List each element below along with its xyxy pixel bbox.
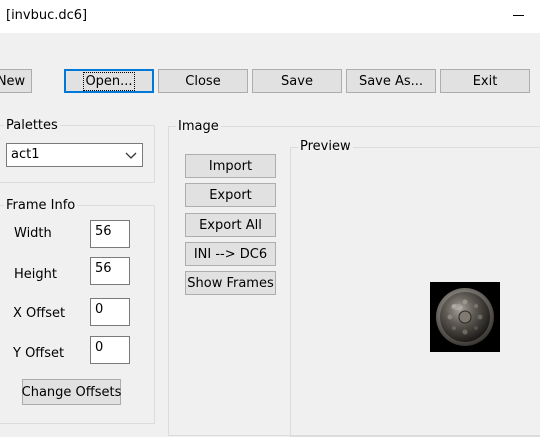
palettes-group-label: Palettes [4,118,60,133]
y-offset-label: Y Offset [13,346,65,361]
exit-button[interactable]: Exit [440,69,530,93]
ini-to-dc6-button-label: INI --> DC6 [193,246,268,262]
minimize-button[interactable] [506,4,530,26]
exit-button-label: Exit [472,73,498,89]
x-offset-label: X Offset [13,306,66,321]
export-all-button-label: Export All [199,217,262,233]
close-button[interactable]: Close [158,69,248,93]
show-frames-button[interactable]: Show Frames [185,271,276,295]
export-button-label: Export [209,187,252,203]
change-offsets-label: Change Offsets [21,384,122,400]
close-button-label: Close [185,73,221,89]
change-offsets-button[interactable]: Change Offsets [22,379,121,405]
export-button[interactable]: Export [185,183,276,207]
image-group-label: Image [176,119,221,134]
export-all-button[interactable]: Export All [185,213,276,237]
import-button[interactable]: Import [185,154,276,178]
x-offset-field[interactable]: 0 [90,298,130,326]
save-button[interactable]: Save [252,69,342,93]
palette-select-value: act1 [11,147,40,162]
ini-to-dc6-button[interactable]: INI --> DC6 [185,242,276,266]
show-frames-button-label: Show Frames [187,275,274,291]
title-bar: [invbuc.dc6] [0,0,540,33]
window-title: [invbuc.dc6] [6,8,88,23]
new-button-label: New [0,73,26,89]
open-button[interactable]: Open... [64,69,154,93]
width-field[interactable]: 56 [90,220,130,248]
preview-image [430,282,500,352]
y-offset-field[interactable]: 0 [90,336,130,364]
width-label: Width [14,226,52,241]
save-as-button[interactable]: Save As... [346,69,436,93]
height-field[interactable]: 56 [90,257,130,285]
save-as-button-label: Save As... [358,73,424,89]
new-button[interactable]: New [0,69,32,93]
preview-group [290,147,540,437]
height-label: Height [14,267,57,282]
save-button-label: Save [281,73,313,89]
palette-select[interactable]: act1 [6,143,143,167]
frame-info-group-label: Frame Info [4,198,78,213]
minimize-icon [512,14,524,16]
round-shield-icon [436,288,494,346]
chevron-down-icon [125,152,137,159]
open-button-label: Open... [83,71,135,91]
import-button-label: Import [208,158,253,174]
preview-group-label: Preview [298,139,353,154]
